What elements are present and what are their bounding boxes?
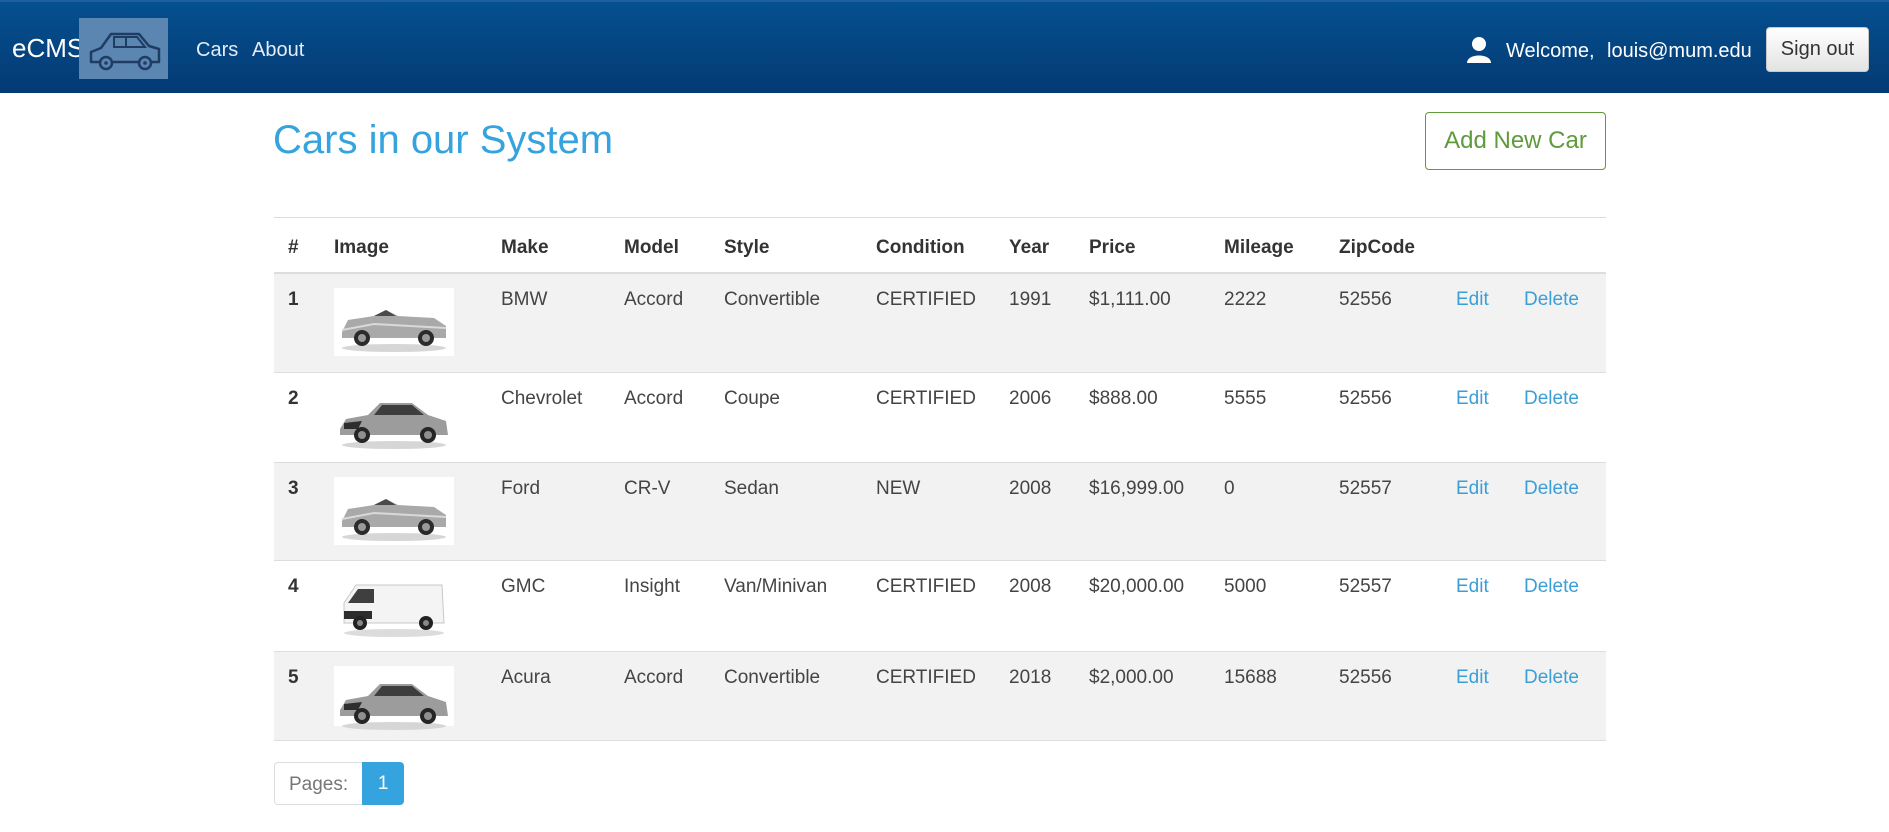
edit-link[interactable]: Edit: [1456, 666, 1489, 690]
sedan-car-image: [334, 666, 454, 730]
cell-zipcode: 52557: [1339, 478, 1392, 499]
delete-link[interactable]: Delete: [1524, 387, 1579, 411]
table-row: 4 GMC Insight Van/Minivan CERTIFIED 2008…: [274, 561, 1606, 652]
add-new-car-button[interactable]: Add New Car: [1425, 112, 1606, 170]
brand-text[interactable]: eCMS: [12, 2, 84, 95]
welcome-text: Welcome,: [1506, 40, 1595, 62]
pagination: Pages: 1: [274, 762, 405, 805]
nav-link-about[interactable]: About: [252, 2, 304, 95]
page-1-button[interactable]: 1: [362, 762, 405, 805]
edit-link[interactable]: Edit: [1456, 575, 1489, 599]
column-header-style: Style: [724, 237, 770, 258]
table-header: # Image Make Model Style Condition Year …: [274, 217, 1606, 274]
cell-condition: NEW: [876, 478, 921, 499]
table-row: 2 Chevrolet Accord Coupe CERTIFIED 2006 …: [274, 373, 1606, 463]
column-header-mileage: Mileage: [1224, 237, 1294, 258]
cell-year: 2008: [1009, 576, 1052, 597]
cell-style: Convertible: [724, 667, 821, 688]
cell-model: Insight: [624, 576, 680, 597]
edit-link[interactable]: Edit: [1456, 288, 1489, 312]
column-header-condition: Condition: [876, 237, 965, 258]
column-header-image: Image: [334, 237, 389, 258]
row-number: 4: [288, 576, 299, 597]
cell-mileage: 0: [1224, 478, 1235, 499]
page-title: Cars in our System: [273, 118, 614, 162]
cell-zipcode: 52556: [1339, 388, 1392, 409]
cell-condition: CERTIFIED: [876, 289, 976, 310]
cell-zipcode: 52556: [1339, 667, 1392, 688]
cell-price: $2,000.00: [1089, 667, 1174, 688]
cell-make: Chevrolet: [501, 388, 583, 409]
cell-mileage: 15688: [1224, 667, 1277, 688]
car-logo-icon[interactable]: [79, 18, 168, 79]
cell-model: Accord: [624, 667, 684, 688]
column-header-year: Year: [1009, 237, 1050, 258]
convertible-car-image: [334, 477, 454, 545]
cell-year: 2008: [1009, 478, 1052, 499]
row-number: 5: [288, 667, 299, 688]
cell-price: $1,111.00: [1089, 289, 1171, 310]
cell-zipcode: 52556: [1339, 289, 1392, 310]
cell-model: Accord: [624, 289, 684, 310]
column-header-model: Model: [624, 237, 679, 258]
cell-mileage: 2222: [1224, 289, 1267, 310]
cell-model: Accord: [624, 388, 684, 409]
cell-condition: CERTIFIED: [876, 667, 976, 688]
row-number: 2: [288, 388, 299, 409]
cell-style: Sedan: [724, 478, 779, 499]
cell-make: GMC: [501, 576, 546, 597]
car-outline-icon: [89, 32, 161, 71]
table-row: 3 Ford CR-V Sedan NEW 2008 $16,999.00 0 …: [274, 463, 1606, 561]
delete-link[interactable]: Delete: [1524, 666, 1579, 690]
cell-price: $16,999.00: [1089, 478, 1185, 499]
user-email: louis@mum.edu: [1607, 40, 1752, 62]
cell-style: Convertible: [724, 289, 821, 310]
cell-style: Coupe: [724, 388, 780, 409]
edit-link[interactable]: Edit: [1456, 387, 1489, 411]
cell-make: Acura: [501, 667, 551, 688]
cell-model: CR-V: [624, 478, 671, 499]
cell-price: $20,000.00: [1089, 576, 1185, 597]
row-number: 1: [288, 289, 299, 310]
table-row: 1 BMW Accord Convertible CERTIFIED 1991 …: [274, 274, 1606, 373]
cell-year: 1991: [1009, 289, 1052, 310]
cell-make: Ford: [501, 478, 541, 499]
cell-mileage: 5000: [1224, 576, 1267, 597]
cell-condition: CERTIFIED: [876, 388, 976, 409]
delete-link[interactable]: Delete: [1524, 575, 1579, 599]
delete-link[interactable]: Delete: [1524, 477, 1579, 501]
cell-make: BMW: [501, 289, 548, 310]
navbar: eCMS Cars About Welcome, louis@mum.edu S…: [0, 0, 1889, 93]
cars-table: # Image Make Model Style Condition Year …: [274, 217, 1606, 741]
cell-zipcode: 52557: [1339, 576, 1392, 597]
sedan-car-image: [334, 385, 454, 453]
column-header-number: #: [288, 237, 299, 258]
column-header-zipcode: ZipCode: [1339, 237, 1415, 258]
edit-link[interactable]: Edit: [1456, 477, 1489, 501]
row-number: 3: [288, 478, 299, 499]
column-header-make: Make: [501, 237, 549, 258]
table-row: 5 Acura Accord Convertible CERTIFIED 201…: [274, 652, 1606, 741]
cell-price: $888.00: [1089, 388, 1158, 409]
cell-condition: CERTIFIED: [876, 576, 976, 597]
sign-out-button[interactable]: Sign out: [1766, 27, 1869, 72]
cell-year: 2018: [1009, 667, 1052, 688]
van-image: [334, 573, 454, 641]
column-header-price: Price: [1089, 237, 1136, 258]
delete-link[interactable]: Delete: [1524, 288, 1579, 312]
user-icon: [1467, 37, 1491, 63]
pagination-label: Pages:: [274, 762, 363, 805]
cell-mileage: 5555: [1224, 388, 1267, 409]
convertible-car-image: [334, 288, 454, 356]
nav-link-cars[interactable]: Cars: [196, 2, 238, 95]
cell-style: Van/Minivan: [724, 576, 828, 597]
cell-year: 2006: [1009, 388, 1052, 409]
